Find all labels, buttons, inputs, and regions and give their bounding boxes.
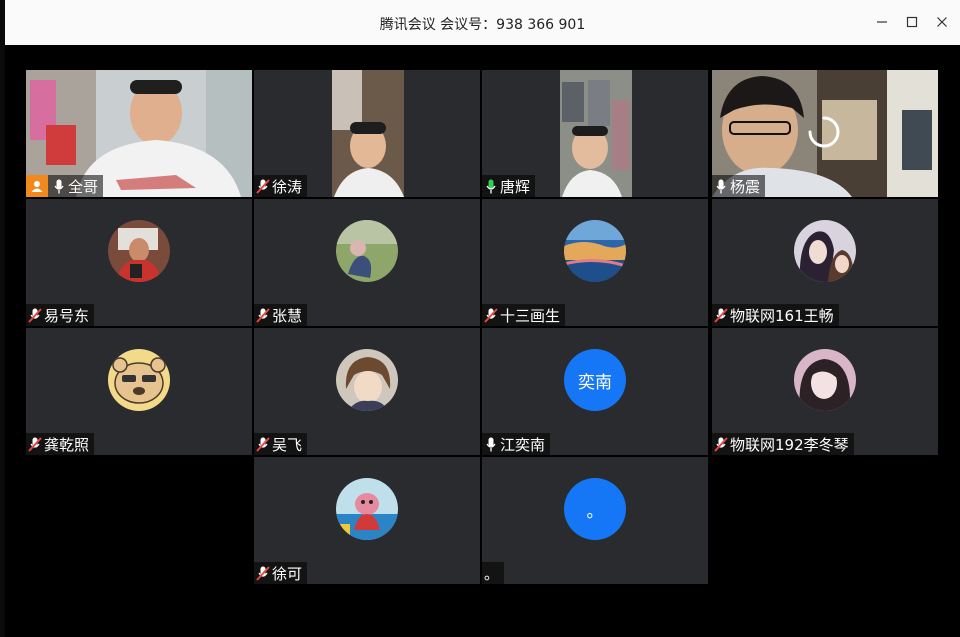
avatar: [794, 349, 856, 411]
avatar: [794, 220, 856, 282]
window-controls: [872, 11, 952, 33]
meeting-window: 腾讯会议 会议号：938 366 901 全哥 徐涛 唐辉 杨震 易号东 张慧 …: [5, 0, 960, 637]
participant-name: 龚乾照: [44, 435, 90, 454]
avatar: [108, 220, 170, 282]
participant-name: 。: [484, 564, 500, 583]
participant-tile[interactable]: 物联网192李冬琴: [712, 328, 938, 455]
participant-namebar: 杨震: [712, 175, 766, 197]
mic-muted-icon: [256, 307, 270, 323]
participant-name: 张慧: [272, 306, 303, 325]
participant-namebar: 吴飞: [254, 433, 308, 455]
participant-tile[interactable]: 奕南 江奕南: [482, 328, 708, 455]
participant-namebar: 龚乾照: [26, 433, 95, 455]
participant-tile[interactable]: 徐涛: [254, 70, 480, 197]
mic-icon: [52, 178, 66, 194]
participant-tile[interactable]: 唐辉: [482, 70, 708, 197]
participant-name: 十三画生: [500, 306, 561, 325]
participant-namebar: 。: [482, 562, 505, 584]
maximize-button[interactable]: [902, 11, 922, 33]
participant-name: 全哥: [68, 177, 99, 196]
mic-muted-icon: [714, 436, 728, 452]
initials-avatar: 。: [564, 478, 626, 540]
initials-avatar: 奕南: [564, 349, 626, 411]
avatar: [336, 349, 398, 411]
title-bar: 腾讯会议 会议号：938 366 901: [5, 0, 960, 46]
participant-namebar: 江奕南: [482, 433, 551, 455]
participant-tile[interactable]: 徐可: [254, 457, 480, 584]
participant-name: 吴飞: [272, 435, 303, 454]
participant-tile[interactable]: 十三画生: [482, 199, 708, 326]
participant-namebar: 物联网161王畅: [712, 304, 839, 326]
participant-namebar: 物联网192李冬琴: [712, 433, 854, 455]
host-badge: [26, 175, 48, 197]
mic-muted-icon: [256, 565, 270, 581]
mic-muted-icon: [256, 436, 270, 452]
participant-tile[interactable]: 杨震: [712, 70, 938, 197]
mic-icon: [714, 178, 728, 194]
participant-name: 杨震: [730, 177, 761, 196]
participant-namebar: 张慧: [254, 304, 308, 326]
maximize-icon: [906, 16, 918, 28]
close-button[interactable]: [932, 11, 952, 33]
participant-namebar: 易号东: [26, 304, 95, 326]
participant-tile[interactable]: 全哥: [26, 70, 252, 197]
host-icon: [31, 181, 43, 192]
participant-namebar: 徐可: [254, 562, 308, 584]
participant-tile[interactable]: 张慧: [254, 199, 480, 326]
avatar: [564, 220, 626, 282]
mic-muted-icon: [28, 436, 42, 452]
participant-namebar: 徐涛: [254, 175, 308, 197]
participant-tile[interactable]: 。 。: [482, 457, 708, 584]
mic-muted-icon: [484, 307, 498, 323]
avatar: [108, 349, 170, 411]
participant-tile[interactable]: 易号东: [26, 199, 252, 326]
mic-muted-icon: [714, 307, 728, 323]
participant-tile[interactable]: 龚乾照: [26, 328, 252, 455]
participant-name: 易号东: [44, 306, 90, 325]
participant-name: 物联网192李冬琴: [730, 435, 849, 454]
participant-namebar: 唐辉: [482, 175, 536, 197]
avatar: [336, 220, 398, 282]
window-title: 腾讯会议 会议号：938 366 901: [379, 17, 586, 33]
participant-name: 唐辉: [500, 177, 531, 196]
minimize-button[interactable]: [872, 11, 892, 33]
avatar: [336, 478, 398, 540]
participant-name: 徐涛: [272, 177, 303, 196]
participant-tile[interactable]: 吴飞: [254, 328, 480, 455]
participant-name: 物联网161王畅: [730, 306, 834, 325]
minimize-icon: [877, 21, 887, 23]
participant-namebar: 十三画生: [482, 304, 566, 326]
participant-name: 徐可: [272, 564, 303, 583]
close-icon: [937, 17, 947, 27]
mic-speaking-icon: [484, 178, 498, 194]
participant-namebar: 全哥: [26, 175, 104, 197]
video-grid: 全哥 徐涛 唐辉 杨震 易号东 张慧 十三画生 物联网161王畅 龚乾照 吴飞 …: [5, 45, 960, 637]
mic-icon: [484, 436, 498, 452]
participant-name: 江奕南: [500, 435, 546, 454]
mic-muted-icon: [28, 307, 42, 323]
loading-spinner-icon: [808, 116, 840, 148]
mic-muted-icon: [256, 178, 270, 194]
participant-tile[interactable]: 物联网161王畅: [712, 199, 938, 326]
